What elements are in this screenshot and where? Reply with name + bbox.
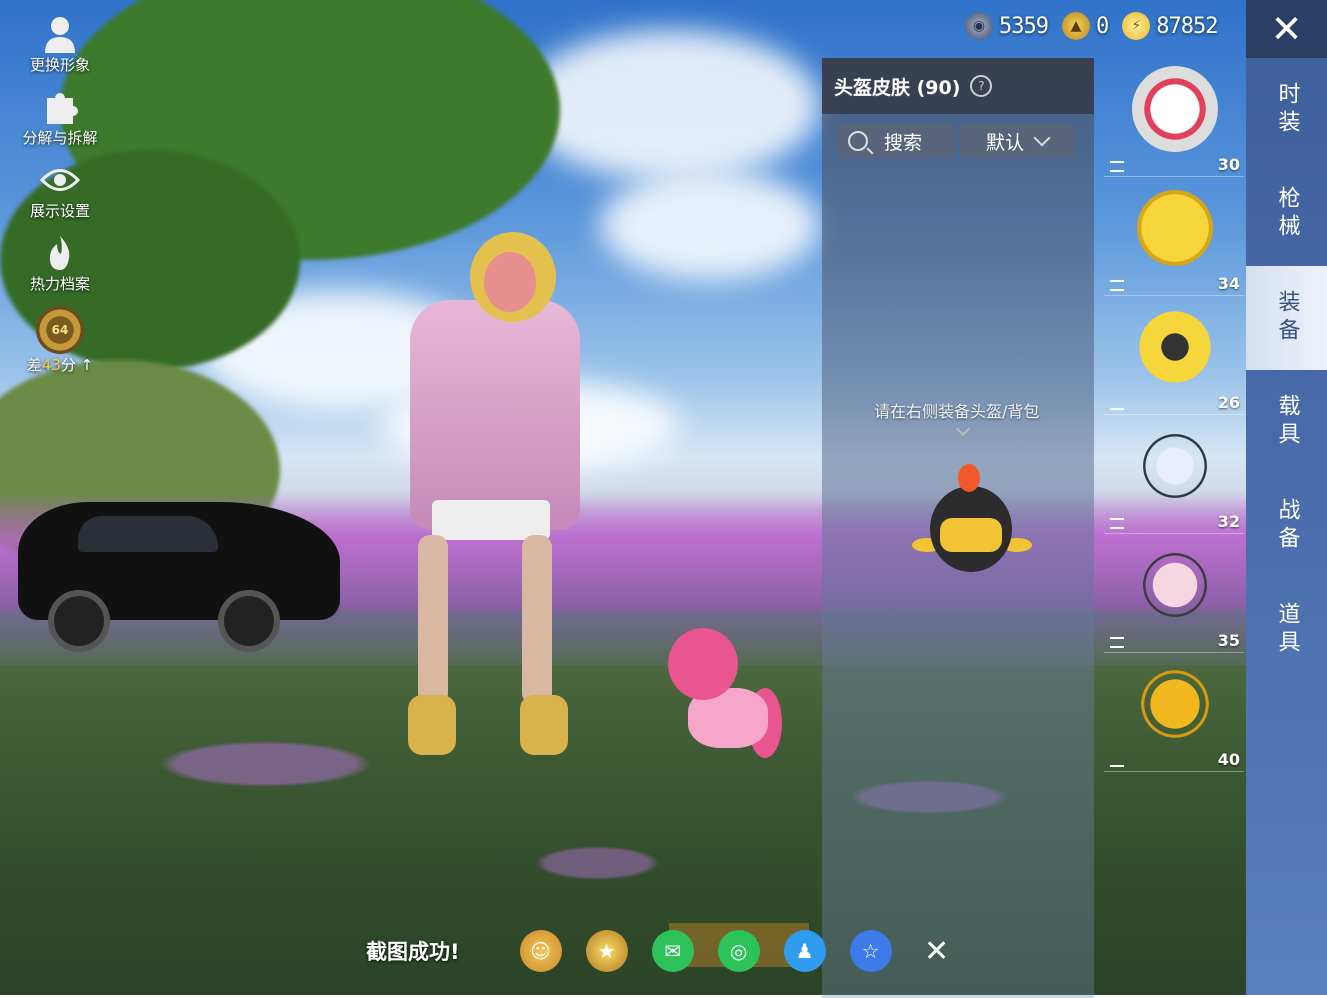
pineapple-motor-helmet-icon [1132,304,1218,390]
heat-archive-button[interactable]: 热力档案 [14,233,106,294]
tab-label: 装备 [1274,290,1300,346]
list-mark-icon [1110,280,1124,291]
tab-fashion[interactable]: 时装 [1246,58,1327,162]
currency-token[interactable]: ▲ 0 [1061,12,1109,40]
tab-vehicles[interactable]: 载具 [1246,370,1327,474]
equipped-helmet-preview[interactable] [912,462,1032,580]
tab-label: 道具 [1274,602,1300,658]
peace-elite-icon[interactable]: ★ [585,930,628,972]
panel-title: 头盔皮肤 (90) [834,76,961,99]
chick-backpack-icon [1132,661,1218,747]
rank-gap-label: 差43分 ↑ [26,356,94,374]
flower-backpack-icon [1132,423,1218,509]
silver-coin-icon: ◉ [965,12,993,40]
tab-equipment[interactable]: 装备 [1246,266,1327,370]
currency-value: 5359 [999,13,1049,39]
item-count: 35 [1217,631,1240,650]
sort-dropdown[interactable]: 默认 [960,124,1074,158]
arrow-up-icon: ↑ [75,356,94,374]
heat-archive-label: 热力档案 [29,275,90,293]
avatar-icon [40,14,80,54]
gold-token-icon: ▲ [1061,12,1090,40]
decompose-button[interactable]: 分解与拆解 [14,87,106,148]
change-avatar-button[interactable]: 更换形象 [14,14,106,75]
help-icon[interactable]: ? [970,75,993,97]
search-button[interactable]: 搜索 [838,124,954,158]
close-icon: ✕ [1270,7,1303,51]
tab-label: 枪械 [1274,186,1300,242]
item-count: 40 [1217,750,1240,769]
list-mark-icon [1110,518,1124,529]
item-count: 34 [1217,274,1240,293]
pet-pony [668,628,782,778]
pineapple-helmet-icon [1132,185,1218,271]
tab-gear[interactable]: 战备 [1246,474,1327,578]
search-row: 搜索 默认 [822,114,1094,168]
screenshot-success-message: 截图成功! [366,940,460,964]
search-label: 搜索 [884,131,923,154]
currency-value: 87852 [1156,13,1218,39]
item-count: 26 [1217,393,1240,412]
tab-label: 载具 [1274,394,1300,450]
rank-badge-icon: 64 [36,306,84,354]
item-count: 32 [1217,512,1240,531]
vehicle-car [18,502,340,652]
screenshot-share-bar: 截图成功! ☺ ★ ✉ ◎ ♟ ☆ ✕ [366,930,982,972]
list-mark-icon [1110,765,1124,767]
change-avatar-label: 更换形象 [29,56,90,74]
category-tabs: ✕ 时装 枪械 装备 载具 战备 道具 [1246,0,1327,995]
skin-item[interactable]: 35 [1104,534,1244,653]
tab-label: 战备 [1274,498,1300,554]
panel-header: 头盔皮肤 (90) ? [822,58,1094,114]
list-mark-icon [1110,637,1124,648]
currency-silver[interactable]: ◉ 5359 [965,12,1049,40]
left-menu: 更换形象 分解与拆解 展示设置 热力档案 64 差43分 ↑ [14,14,106,387]
moments-icon[interactable]: ◎ [717,930,760,972]
skin-item[interactable]: 30 [1104,58,1244,177]
decompose-label: 分解与拆解 [22,129,98,147]
close-icon[interactable]: ✕ [916,930,958,972]
skin-item[interactable]: 32 [1104,415,1244,534]
list-mark-icon [1110,408,1124,410]
bunny-backpack-icon [1132,542,1218,628]
rabbit-helmet-icon [1132,66,1218,152]
helmet-skin-panel: 头盔皮肤 (90) ? 搜索 默认 请在右侧装备头盔/背包 [822,58,1094,998]
close-button[interactable]: ✕ [1246,0,1327,58]
item-count: 30 [1217,155,1240,174]
chevron-down-icon [1033,129,1051,147]
sort-label: 默认 [985,131,1024,154]
currency-bar: ◉ 5359 ▲ 0 ⚡ 87852 [965,12,1231,40]
lightning-coin-icon: ⚡ [1122,12,1151,40]
tab-items[interactable]: 道具 [1246,578,1327,682]
skin-item[interactable]: 34 [1104,177,1244,296]
puzzle-icon [40,87,80,127]
qq-icon[interactable]: ♟ [783,930,826,972]
skin-item[interactable]: 26 [1104,296,1244,415]
qzone-icon[interactable]: ☆ [849,930,892,972]
eye-icon [40,160,80,200]
player-character [410,300,580,530]
search-icon [848,131,868,151]
wechat-icon[interactable]: ✉ [651,930,694,972]
currency-points[interactable]: ⚡ 87852 [1122,12,1218,40]
currency-value: 0 [1095,13,1109,39]
rank-widget[interactable]: 64 差43分 ↑ [14,306,106,375]
tab-weapons[interactable]: 枪械 [1246,162,1327,266]
equip-hint-text: 请在右侧装备头盔/背包 [874,402,1040,421]
list-mark-icon [1110,161,1124,172]
game-friends-icon[interactable]: ☺ [519,930,562,972]
chevron-down-icon [955,421,971,437]
tab-label: 时装 [1274,82,1300,138]
skin-item-list: 30 34 26 32 35 40 [1104,58,1244,778]
flame-icon [40,233,80,273]
display-settings-button[interactable]: 展示设置 [14,160,106,221]
display-settings-label: 展示设置 [29,202,90,220]
skin-item[interactable]: 40 [1104,653,1244,772]
